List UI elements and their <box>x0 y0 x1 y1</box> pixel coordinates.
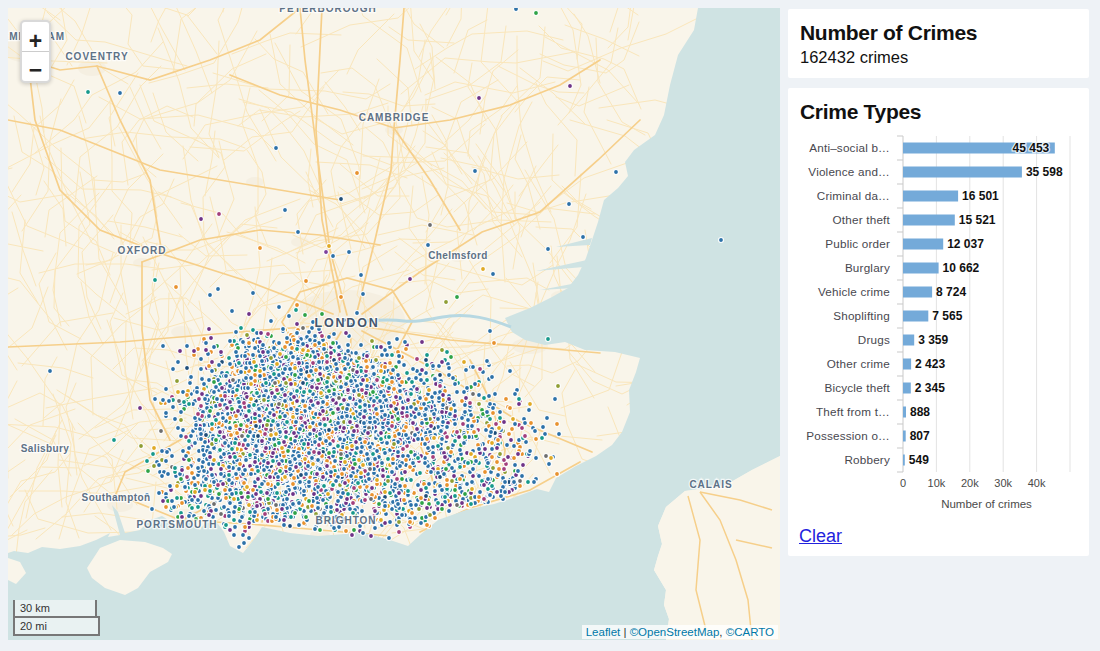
svg-text:CALAIS: CALAIS <box>689 479 732 490</box>
svg-text:Theft from t…: Theft from t… <box>816 405 890 418</box>
svg-text:8 724: 8 724 <box>936 285 966 299</box>
svg-text:Possession o…: Possession o… <box>806 429 890 442</box>
svg-text:BRIGHTON: BRIGHTON <box>315 515 376 526</box>
svg-text:Robbery: Robbery <box>844 453 890 466</box>
svg-text:888: 888 <box>910 405 930 419</box>
svg-text:Anti–social b…: Anti–social b… <box>809 141 890 154</box>
svg-text:10 662: 10 662 <box>943 261 980 275</box>
svg-text:Other crime: Other crime <box>827 357 890 370</box>
svg-text:COVENTRY: COVENTRY <box>65 51 128 62</box>
svg-text:2 345: 2 345 <box>915 381 945 395</box>
svg-text:Number of crimes: Number of crimes <box>941 498 1032 510</box>
svg-text:35 598: 35 598 <box>1026 165 1063 179</box>
svg-text:Drugs: Drugs <box>858 333 890 346</box>
svg-text:7 565: 7 565 <box>932 309 962 323</box>
svg-text:Shoplifting: Shoplifting <box>833 309 890 322</box>
svg-text:Salisbury: Salisbury <box>21 443 70 454</box>
svg-text:Other theft: Other theft <box>833 213 891 226</box>
svg-text:12 037: 12 037 <box>947 237 984 251</box>
svg-text:Chelmsford: Chelmsford <box>428 250 488 261</box>
svg-text:LONDON: LONDON <box>315 316 380 330</box>
svg-text:Crime Types: Crime Types <box>800 100 921 123</box>
svg-text:16 501: 16 501 <box>962 189 999 203</box>
svg-text:PORTSMOUTH: PORTSMOUTH <box>136 519 217 530</box>
svg-text:Criminal da…: Criminal da… <box>817 189 890 202</box>
svg-text:PETERBOROUGH: PETERBOROUGH <box>279 8 377 14</box>
svg-text:10k: 10k <box>928 477 946 489</box>
svg-text:807: 807 <box>910 429 930 443</box>
svg-text:0: 0 <box>900 477 906 489</box>
svg-text:45 453: 45 453 <box>1013 141 1050 155</box>
svg-text:30k: 30k <box>994 477 1012 489</box>
svg-text:Burglary: Burglary <box>845 261 890 274</box>
svg-text:Violence and…: Violence and… <box>808 165 890 178</box>
svg-text:20k: 20k <box>961 477 979 489</box>
svg-text:15 521: 15 521 <box>959 213 996 227</box>
svg-text:OXFORD: OXFORD <box>118 245 167 256</box>
svg-text:2 423: 2 423 <box>915 357 945 371</box>
svg-text:Bicycle theft: Bicycle theft <box>824 381 890 394</box>
svg-text:Public order: Public order <box>825 237 890 250</box>
svg-text:Vehicle crime: Vehicle crime <box>818 285 890 298</box>
svg-text:40k: 40k <box>1028 477 1046 489</box>
svg-text:Southampton: Southampton <box>82 492 151 503</box>
svg-text:CAMBRIDGE: CAMBRIDGE <box>359 112 430 123</box>
svg-text:3 359: 3 359 <box>918 333 948 347</box>
svg-text:549: 549 <box>909 453 929 467</box>
